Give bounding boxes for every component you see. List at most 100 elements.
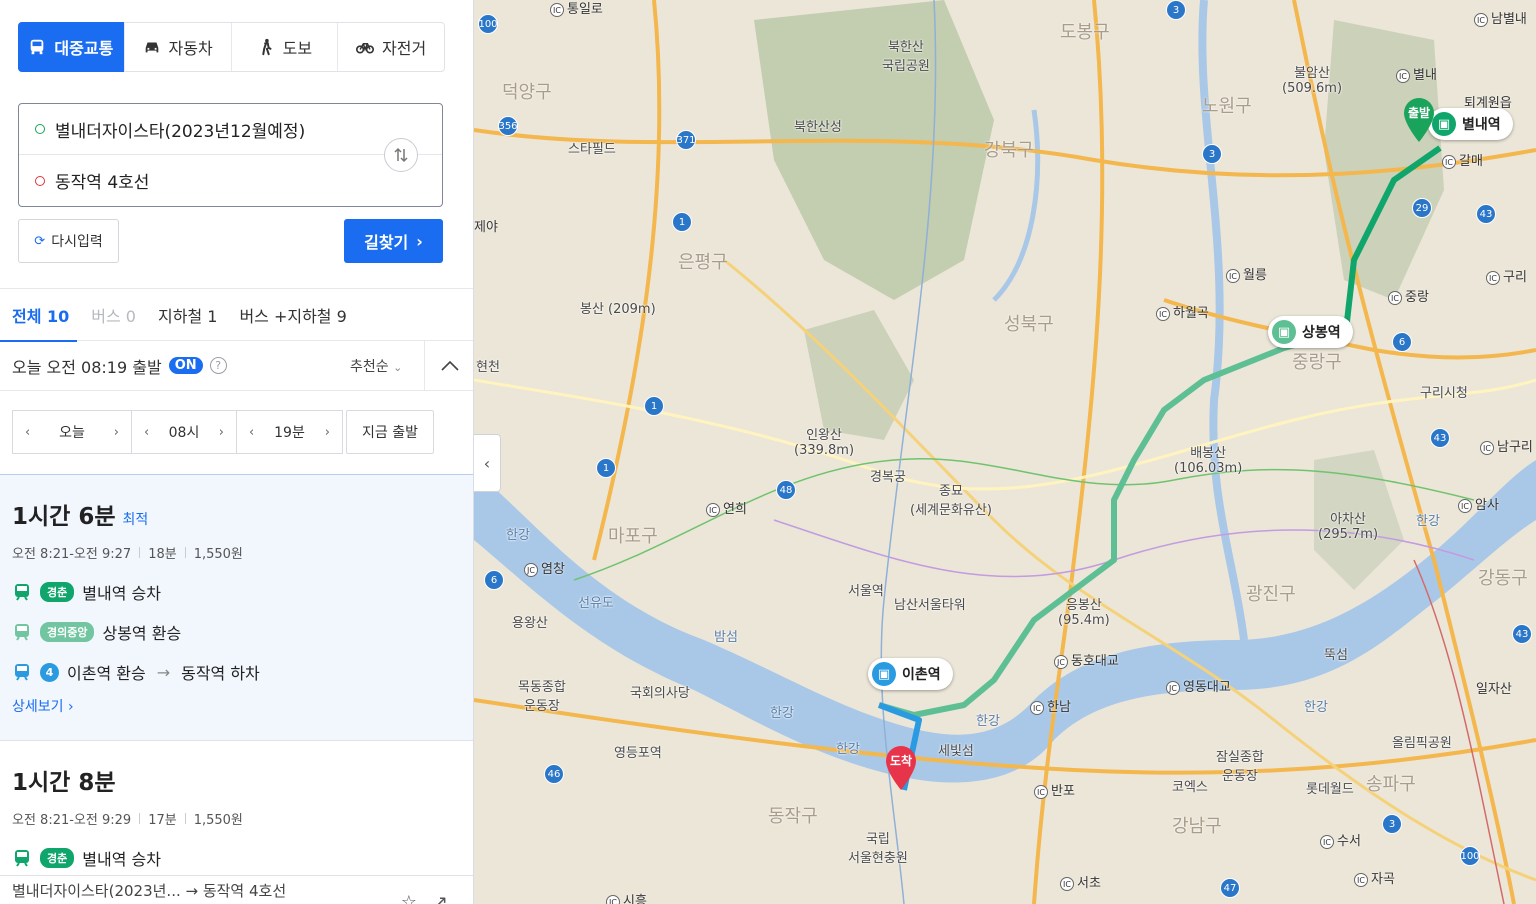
collapse-panel-button[interactable]: ‹ [474,434,501,492]
share-icon[interactable]: ↗ [433,892,448,904]
district-label: 도봉구 [1060,22,1110,43]
destination-text: 동작역 4호선 [55,173,150,193]
poi-label: 롯데월드 [1306,782,1354,797]
train-icon [15,584,29,601]
start-pin[interactable]: 출발 [1402,96,1436,142]
district-label: 마포구 [608,526,658,547]
poi-label: 인왕산 (339.8m) [794,428,855,458]
poi-label: 잠실종합 운동장 [1216,750,1264,784]
mode-tab-bicycle[interactable]: 자전거 [338,23,444,71]
step-text: 별내역 승차 [82,850,161,869]
departure-toggle[interactable]: ON [168,357,203,374]
ic-marker: IC 갈매 [1442,150,1483,169]
mode-label: 도보 [282,39,313,58]
highway-shield: 43 [1512,624,1532,644]
ic-marker: IC 한남 [1030,696,1071,715]
island-label: 밤섬 [714,630,738,645]
detail-link[interactable]: 상세보기 › [12,696,473,716]
result-meta: 오전 8:21-오전 9:27 18분 1,550원 [12,543,473,562]
mode-tab-car[interactable]: 자동차 [125,23,232,71]
poi-label: 종묘 (세계문화유산) [910,484,992,518]
departure-row: 오늘 오전 08:19 출발 ON ? 추천순 ⌄ [0,341,473,391]
end-pin[interactable]: 도착 [884,744,918,790]
ic-marker: IC 수서 [1320,830,1361,849]
time-range: 오전 8:21-오전 9:27 [12,547,132,562]
day-selector: ‹ 오늘 › [12,410,132,454]
swap-icon [394,147,408,163]
highway-shield: 371 [676,130,696,150]
line-badge: 4 [40,662,59,682]
river-label: 한강 [506,528,530,543]
prev-day-button[interactable]: ‹ [25,425,30,440]
poi-label: 불암산 (509.6m) [1282,66,1343,96]
help-icon[interactable]: ? [209,357,227,374]
origin-field[interactable]: 별내더자이스타(2023년12월예정) [19,104,442,155]
route-result-1[interactable]: 1시간 6분 최적 오전 8:21-오전 9:27 18분 1,550원 경춘 … [0,474,473,740]
filter-tab-bus[interactable]: 버스 0 [91,288,136,341]
map-view[interactable]: 도봉구 노원구 강북구 성북구 중랑구 은평구 마포구 광진구 강동구 송파구 … [474,0,1536,904]
reset-button[interactable]: ⟳ 다시입력 [18,219,119,263]
day-value: 오늘 [59,425,85,441]
ic-marker: JC 영동대교 [1166,676,1231,695]
district-label: 강남구 [1172,816,1222,837]
poi-label: 목동종합 운동장 [518,680,566,714]
sort-label: 추천순 [350,358,389,375]
mode-label: 자동차 [168,39,213,58]
prev-minute-button[interactable]: ‹ [249,425,254,440]
destination-field[interactable]: 동작역 4호선 [19,155,442,206]
result-filter-tabs: 전체 10 버스 0 지하철 1 버스 +지하철 9 [0,288,473,342]
sort-dropdown[interactable]: 추천순 ⌄ [350,356,402,376]
step-text: 별내역 승차 [82,584,161,603]
poi-label: 응봉산 (95.4m) [1058,598,1110,628]
next-day-button[interactable]: › [114,425,119,440]
map-station-ichon[interactable]: ▣ 이촌역 [868,658,953,690]
highway-shield: 3 [1382,814,1402,834]
mode-tab-transit[interactable]: 대중교통 [18,22,125,72]
highway-shield: 46 [544,764,564,784]
river-label: 한강 [836,742,860,757]
train-icon [15,850,29,867]
map-station-sangbong[interactable]: ▣ 상봉역 [1268,316,1353,348]
filter-tab-bus-subway[interactable]: 버스 +지하철 9 [239,288,346,341]
poi-label: 봉산 (209m) [580,302,656,317]
route-input-box: 별내더자이스타(2023년12월예정) 동작역 4호선 [18,103,443,207]
district-label: 성북구 [1004,314,1054,335]
result-meta: 오전 8:21-오전 9:29 17분 1,550원 [12,809,473,828]
island-label: 선유도 [578,596,614,611]
collapse-options-button[interactable] [424,341,473,391]
highway-shield: 100 [1460,846,1480,866]
end-pin-label: 도착 [889,754,913,768]
train-icon [15,664,29,681]
map-station-byeollae[interactable]: ▣ 별내역 [1428,108,1513,140]
river-label: 한강 [1416,514,1440,529]
filter-tab-subway[interactable]: 지하철 1 [158,288,217,341]
ic-marker: IC 남구리 [1480,436,1533,455]
poi-label: 경복궁 [870,470,906,485]
prev-hour-button[interactable]: ‹ [144,425,149,440]
route-step: 경춘 별내역 승차 [12,572,473,612]
route-result-2[interactable]: 1시간 8분 오전 8:21-오전 9:29 17분 1,550원 경춘 별내역… [0,740,473,875]
station-name: 별내역 [1462,117,1501,133]
line-badge: 경의중앙 [40,622,95,642]
origin-dot-icon [35,124,45,134]
chevron-left-icon: ‹ [483,453,491,473]
time-selector: ‹ 오늘 › ‹ 08시 › ‹ 19분 › 지금 출발 [12,410,434,454]
highway-shield: 1 [644,396,664,416]
mode-label: 대중교통 [54,39,114,58]
swap-route-button[interactable] [384,138,418,172]
start-pin-label: 출발 [1407,106,1431,120]
next-minute-button[interactable]: › [325,425,330,440]
star-icon[interactable]: ☆ [401,892,417,904]
hour-selector: ‹ 08시 › [131,410,237,454]
ic-marker: IC 하월곡 [1156,302,1209,321]
find-route-button[interactable]: 길찾기 › [344,219,443,263]
mode-tab-walk[interactable]: 도보 [232,23,339,71]
chevron-right-icon: › [416,231,423,251]
depart-now-button[interactable]: 지금 출발 [346,410,434,454]
poi-label: 코엑스 [1172,780,1208,795]
line-badge: 경춘 [40,582,75,602]
filter-tab-all[interactable]: 전체 10 [0,288,78,342]
next-hour-button[interactable]: › [219,425,224,440]
highway-shield: 3 [1166,0,1186,20]
best-badge: 최적 [122,512,149,528]
